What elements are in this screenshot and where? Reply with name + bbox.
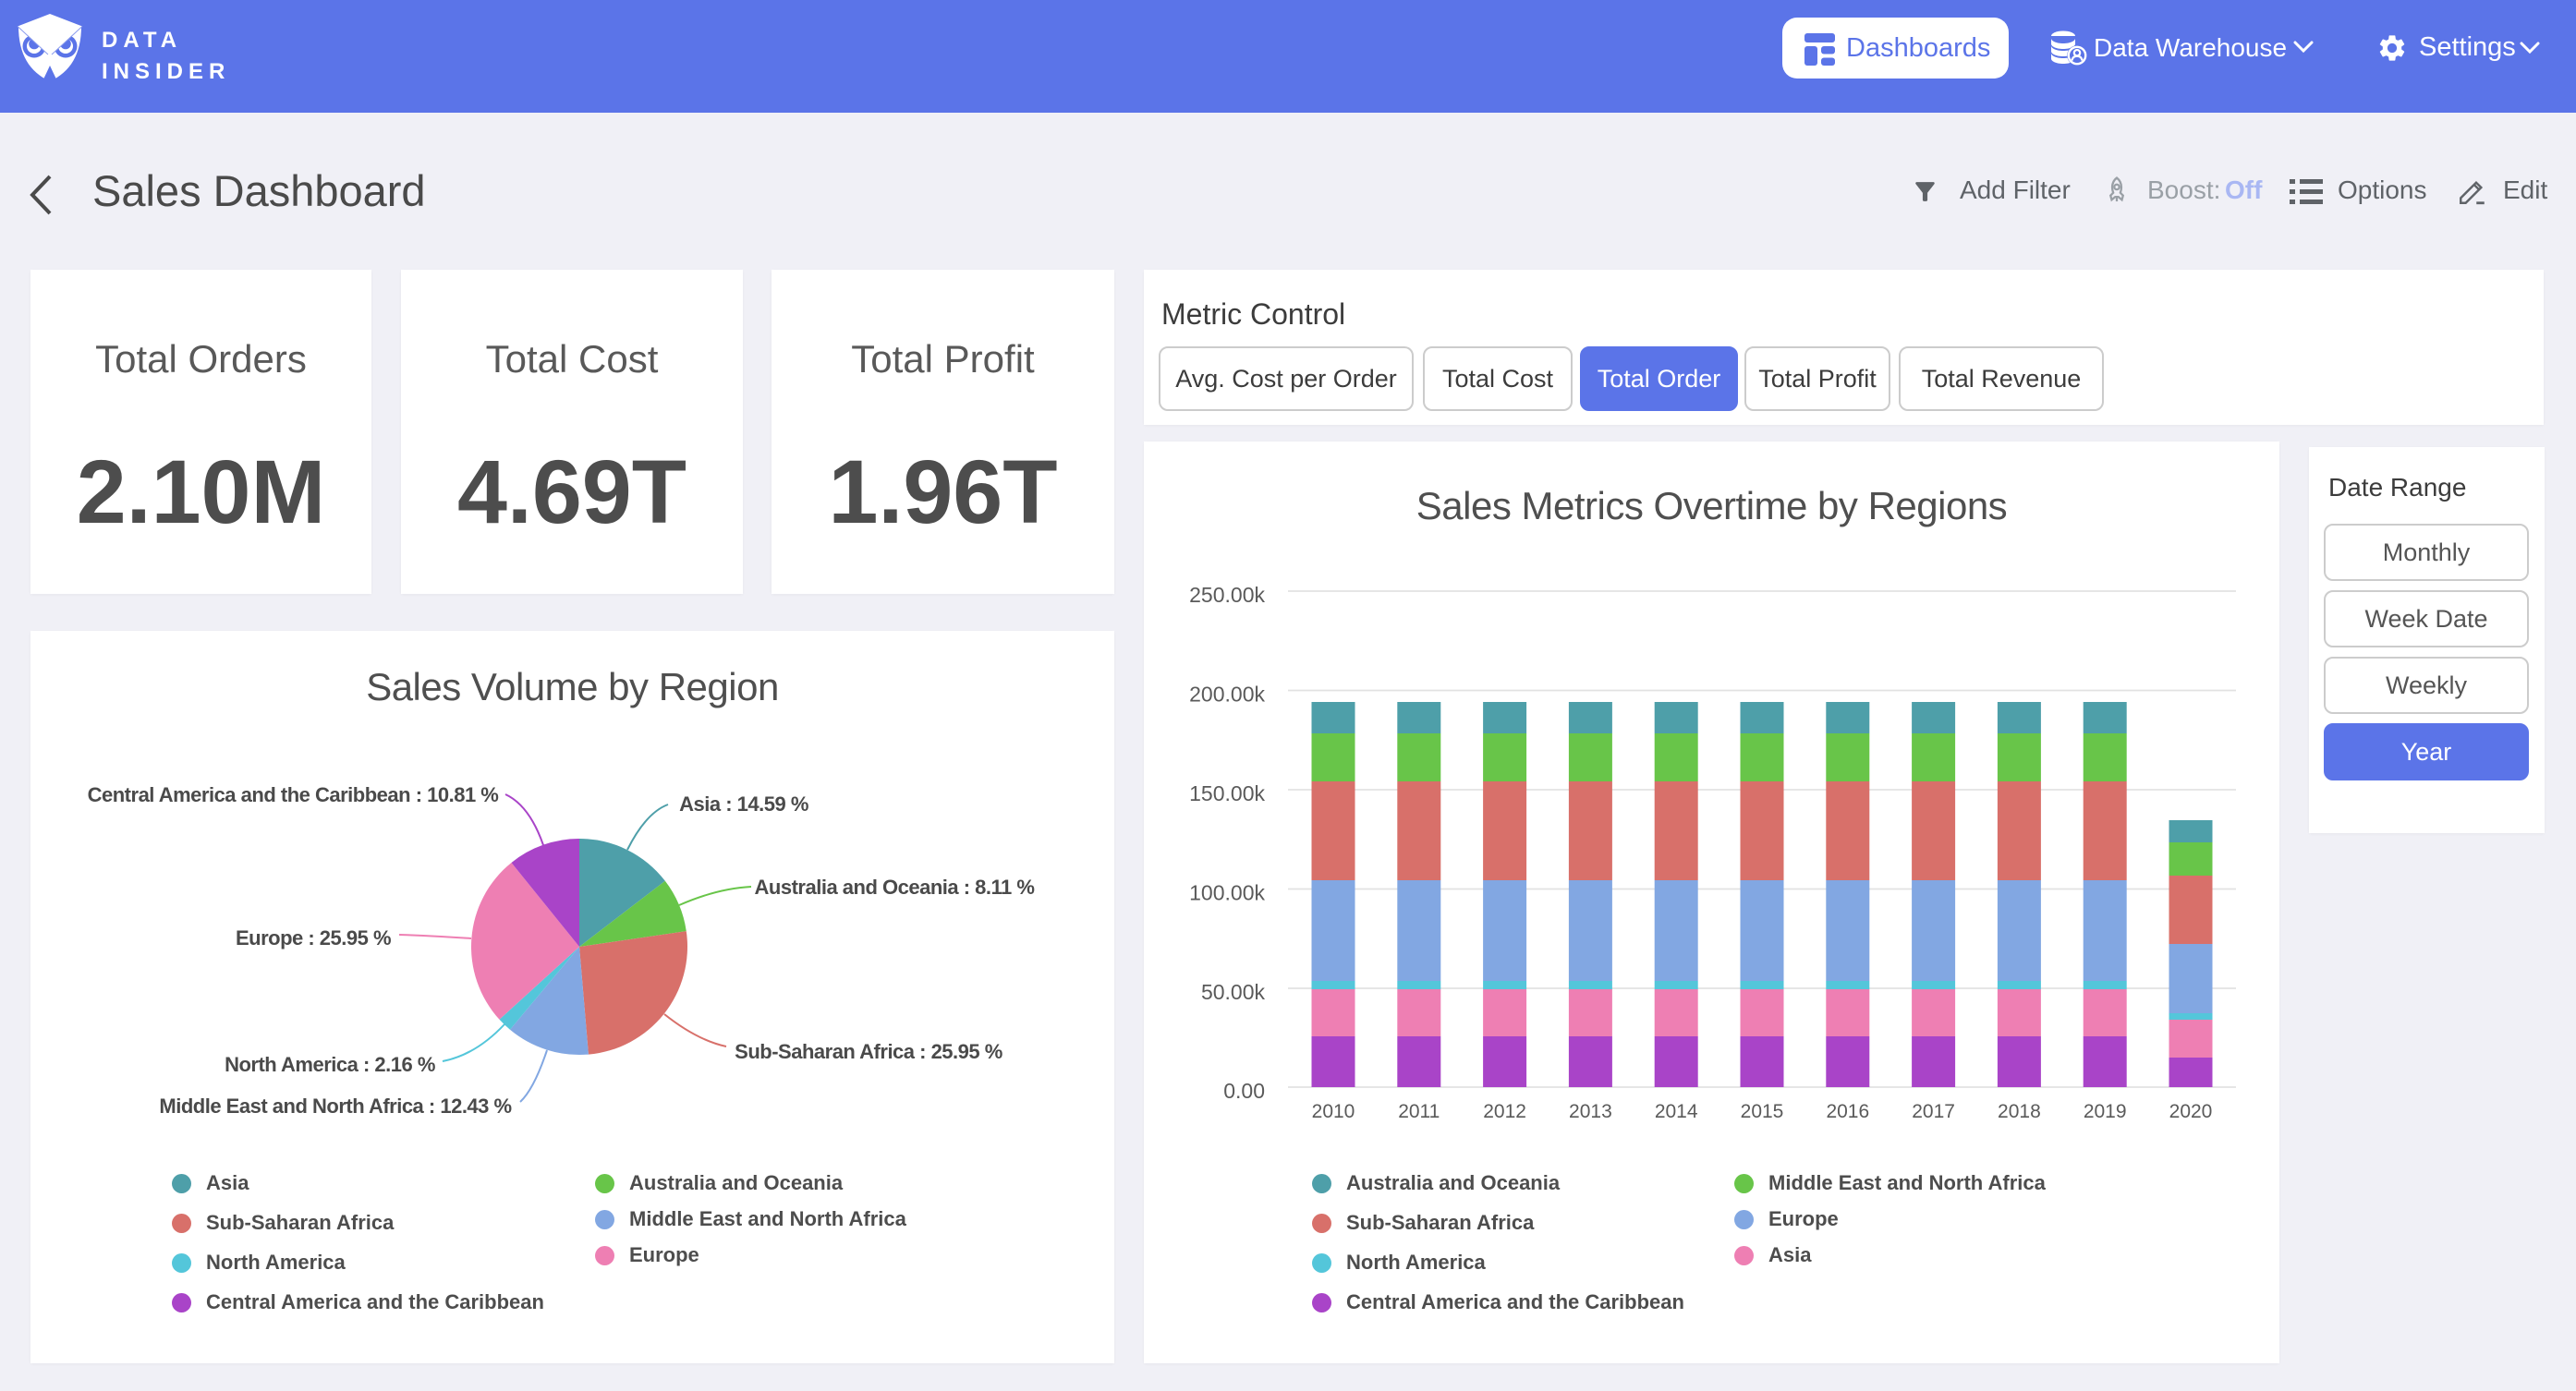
svg-text:2017: 2017 <box>1912 1101 1955 1122</box>
svg-text:North America : 2.16 %: North America : 2.16 % <box>225 1053 435 1076</box>
svg-text:2020: 2020 <box>2169 1101 2213 1122</box>
svg-text:250.00k: 250.00k <box>1189 583 1265 607</box>
svg-text:150.00k: 150.00k <box>1189 781 1265 805</box>
svg-text:Sub-Saharan Africa : 25.95 %: Sub-Saharan Africa : 25.95 % <box>735 1040 1002 1063</box>
svg-text:Australia and Oceania : 8.11 %: Australia and Oceania : 8.11 % <box>755 876 1035 899</box>
svg-text:2012: 2012 <box>1483 1101 1526 1122</box>
svg-text:2016: 2016 <box>1826 1101 1869 1122</box>
svg-text:0.00: 0.00 <box>1223 1079 1265 1103</box>
svg-text:2013: 2013 <box>1569 1101 1612 1122</box>
svg-text:Asia : 14.59 %: Asia : 14.59 % <box>679 792 808 816</box>
svg-text:2010: 2010 <box>1312 1101 1355 1122</box>
svg-text:2014: 2014 <box>1655 1101 1698 1122</box>
svg-text:2011: 2011 <box>1398 1101 1440 1122</box>
svg-text:Central America and the Caribb: Central America and the Caribbean : 10.8… <box>88 783 499 806</box>
svg-text:50.00k: 50.00k <box>1201 980 1266 1004</box>
svg-text:2015: 2015 <box>1741 1101 1784 1122</box>
svg-text:Middle East and North Africa :: Middle East and North Africa : 12.43 % <box>159 1095 511 1118</box>
svg-text:2018: 2018 <box>1998 1101 2041 1122</box>
svg-text:200.00k: 200.00k <box>1189 683 1265 707</box>
svg-text:Europe : 25.95 %: Europe : 25.95 % <box>236 926 391 950</box>
svg-text:100.00k: 100.00k <box>1189 881 1265 905</box>
svg-text:2019: 2019 <box>2084 1101 2127 1122</box>
